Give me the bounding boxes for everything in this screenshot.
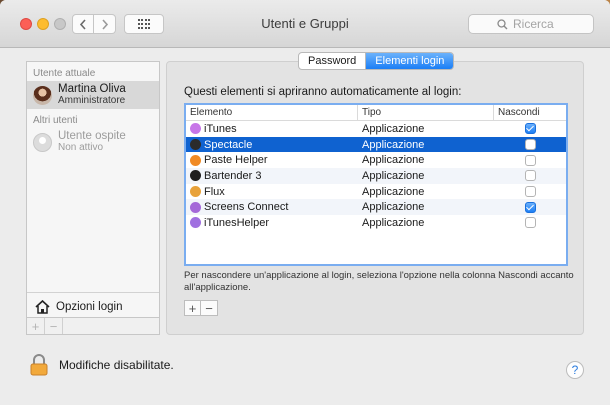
item-name: Paste Helper	[204, 154, 268, 167]
users-list: Utente attuale Martina Oliva Amministrat…	[26, 61, 160, 335]
search-field[interactable]: Ricerca	[468, 14, 594, 34]
lock-area: Modifiche disabilitate.	[30, 354, 174, 376]
search-placeholder: Ricerca	[513, 17, 554, 31]
item-cell: Bartender 3	[186, 168, 358, 184]
other-users-section-label: Altri utenti	[33, 115, 78, 126]
login-items-note: Per nascondere un'applicazione al login,…	[184, 270, 574, 293]
guest-name: Utente ospite	[58, 130, 126, 142]
item-type: Applicazione	[362, 216, 425, 229]
item-type: Applicazione	[362, 122, 425, 135]
screens-icon	[190, 201, 201, 213]
table-body: iTunes Applicazione Spectacle Applicazione P…	[186, 121, 566, 231]
column-header-hide[interactable]: Nascondi	[494, 105, 566, 120]
item-cell: Flux	[186, 184, 358, 200]
item-name: Spectacle	[204, 138, 253, 151]
titlebar: Utenti e Gruppi Ricerca	[0, 0, 610, 48]
itunes-icon	[190, 123, 201, 135]
guest-role: Non attivo	[58, 142, 104, 153]
item-name: iTunes	[204, 122, 237, 135]
hide-checkbox[interactable]	[524, 123, 536, 135]
hide-cell	[494, 137, 566, 153]
hide-checkbox[interactable]	[524, 170, 536, 182]
login-options-label: Opzioni login	[56, 300, 123, 313]
table-row[interactable]: Spectacle Applicazione	[186, 136, 566, 153]
table-row[interactable]: Screens Connect Applicazione	[186, 199, 566, 216]
table-header: Elemento Tipo Nascondi	[186, 105, 566, 121]
hide-checkbox[interactable]	[524, 217, 536, 229]
users-toolbar: + −	[26, 317, 160, 335]
item-cell: Spectacle	[186, 137, 358, 153]
flux-icon	[190, 186, 201, 198]
user-row-current[interactable]: Martina Oliva Amministratore	[27, 81, 159, 109]
search-icon	[497, 19, 508, 30]
login-items-toolbar: + −	[184, 300, 218, 316]
help-button[interactable]: ?	[566, 361, 584, 379]
login-items-table: Elemento Tipo Nascondi iTunes Applicazion…	[184, 103, 568, 266]
item-type: Applicazione	[362, 185, 425, 198]
item-cell: Screens Connect	[186, 199, 358, 215]
bartender-icon	[190, 170, 201, 182]
item-name: Screens Connect	[204, 201, 289, 214]
hide-cell	[494, 152, 566, 168]
user-row-guest[interactable]: Utente ospite Non attivo	[27, 128, 159, 156]
table-row[interactable]: Paste Helper Applicazione	[186, 152, 566, 168]
item-name: Bartender 3	[204, 169, 262, 182]
user-name: Martina Oliva	[58, 83, 126, 95]
item-name: Flux	[204, 185, 225, 198]
item-type: Applicazione	[362, 169, 425, 182]
hide-cell	[494, 121, 566, 137]
lock-icon[interactable]	[30, 354, 48, 376]
login-items-intro: Questi elementi si apriranno automaticam…	[184, 86, 462, 98]
item-cell: iTunes	[186, 121, 358, 137]
hide-checkbox[interactable]	[524, 139, 536, 151]
guest-avatar-icon	[33, 132, 52, 152]
remove-login-item-button[interactable]: −	[201, 300, 218, 316]
table-row[interactable]: iTunesHelper Applicazione	[186, 215, 566, 231]
column-header-item[interactable]: Elemento	[186, 105, 358, 120]
item-cell: iTunesHelper	[186, 215, 358, 231]
remove-user-button[interactable]: −	[45, 318, 63, 334]
tab-login-items[interactable]: Elementi login	[366, 53, 454, 69]
lock-status-text: Modifiche disabilitate.	[59, 358, 174, 372]
item-cell: Paste Helper	[186, 152, 358, 168]
hide-cell	[494, 184, 566, 200]
current-user-section-label: Utente attuale	[33, 68, 96, 79]
tab-bar: Password Elementi login	[298, 52, 455, 70]
hide-cell	[494, 199, 566, 215]
table-row[interactable]: Bartender 3 Applicazione	[186, 168, 566, 184]
login-options-item[interactable]: Opzioni login	[27, 292, 159, 320]
spectacle-icon	[190, 139, 201, 151]
item-type: Applicazione	[362, 201, 425, 214]
item-name: iTunesHelper	[204, 216, 270, 229]
itunes-helper-icon	[190, 217, 201, 229]
table-row[interactable]: Flux Applicazione	[186, 184, 566, 200]
add-user-button[interactable]: +	[27, 318, 45, 334]
add-login-item-button[interactable]: +	[184, 300, 201, 316]
item-type: Applicazione	[362, 154, 425, 167]
user-role: Amministratore	[58, 95, 126, 106]
paste-icon	[190, 154, 201, 166]
hide-cell	[494, 168, 566, 184]
users-groups-window: Utenti e Gruppi Ricerca Utente attuale M…	[0, 0, 610, 405]
hide-checkbox[interactable]	[524, 201, 536, 213]
house-icon	[35, 299, 50, 314]
avatar	[33, 85, 52, 105]
hide-checkbox[interactable]	[524, 154, 536, 166]
hide-cell	[494, 215, 566, 231]
hide-checkbox[interactable]	[524, 186, 536, 198]
column-header-type[interactable]: Tipo	[358, 105, 494, 120]
table-row[interactable]: iTunes Applicazione	[186, 121, 566, 137]
tab-password[interactable]: Password	[299, 53, 367, 69]
item-type: Applicazione	[362, 138, 425, 151]
